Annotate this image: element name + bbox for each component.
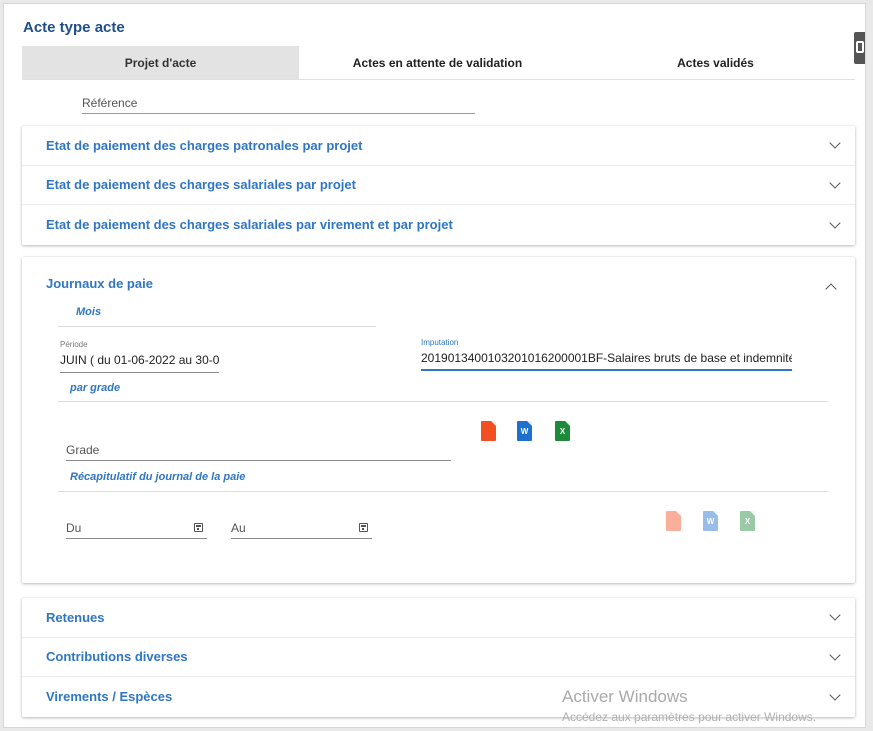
calendar-icon[interactable] [359,523,368,532]
tab-projet-acte[interactable]: Projet d'acte [22,46,299,79]
grade-input[interactable] [66,443,451,457]
reference-field [82,94,475,114]
chevron-down-icon[interactable] [829,217,841,229]
chevron-down-icon[interactable] [829,689,841,701]
accordion-title: Retenues [46,609,105,625]
tab-bar: Projet d'acte Actes en attente de valida… [22,46,855,80]
pdf-icon[interactable] [666,511,681,531]
chevron-down-icon[interactable] [829,177,841,189]
pdf-icon[interactable] [481,421,496,441]
accordion-charges-salariales-virement[interactable]: Etat de paiement des charges salariales … [22,205,855,245]
recap-label: Récapitulatif du journal de la paie [70,471,246,483]
accordion-journaux-de-paie: Journaux de paie Mois Période JUIN ( du … [22,257,855,583]
du-date-input[interactable] [66,521,207,535]
accordion-retenues[interactable]: Retenues [22,598,855,638]
au-date-field [231,519,372,539]
side-panel-toggle-icon[interactable] [854,32,865,64]
imputation-select[interactable]: 2019013400103201016200001BF-Salaires bru… [421,351,792,365]
tab-actes-attente-validation[interactable]: Actes en attente de validation [299,46,576,79]
reference-input[interactable] [82,96,475,110]
chevron-down-icon[interactable] [829,649,841,661]
periode-select[interactable]: JUIN ( du 01-06-2022 au 30-06-2022 ) [60,353,219,367]
accordion-title: Etat de paiement des charges patronales … [46,137,363,153]
chevron-down-icon[interactable] [829,609,841,621]
divider [58,401,828,402]
windows-activation-watermark: Activer Windows [562,687,688,706]
excel-icon[interactable]: X [740,511,755,531]
chevron-up-icon[interactable] [825,283,837,295]
du-date-field [66,519,207,539]
accordion-group-top: Etat de paiement des charges patronales … [22,126,855,245]
imputation-label: Imputation [421,338,459,347]
accordion-charges-patronales[interactable]: Etat de paiement des charges patronales … [22,126,855,166]
periode-underline [60,372,219,373]
mois-label: Mois [76,306,102,318]
accordion-title[interactable]: Journaux de paie [46,276,153,291]
accordion-title: Etat de paiement des charges salariales … [46,217,453,233]
divider [58,491,828,492]
accordion-charges-salariales[interactable]: Etat de paiement des charges salariales … [22,166,855,205]
divider [58,326,376,327]
tab-actes-valides[interactable]: Actes validés [576,46,855,79]
grade-field [66,441,451,461]
accordion-title: Contributions diverses [46,649,188,665]
app-window: Acte type acte Projet d'acte Actes en at… [3,3,866,728]
accordion-group-bottom: Retenues Contributions diverses Virement… [22,598,855,717]
word-icon[interactable]: W [517,421,532,441]
windows-activation-hint: Accédez aux paramètres pour activer Wind… [562,710,817,724]
au-date-input[interactable] [231,521,372,535]
chevron-down-icon[interactable] [829,137,841,149]
accordion-contributions-diverses[interactable]: Contributions diverses [22,638,855,677]
excel-icon[interactable]: X [555,421,570,441]
imputation-underline [421,369,792,371]
periode-label: Période [60,340,88,349]
accordion-title: Virements / Espèces [46,689,173,705]
accordion-title: Etat de paiement des charges salariales … [46,177,356,193]
page-title: Acte type acte [23,19,125,36]
word-icon[interactable]: W [703,511,718,531]
calendar-icon[interactable] [194,523,203,532]
par-grade-label: par grade [70,382,121,394]
